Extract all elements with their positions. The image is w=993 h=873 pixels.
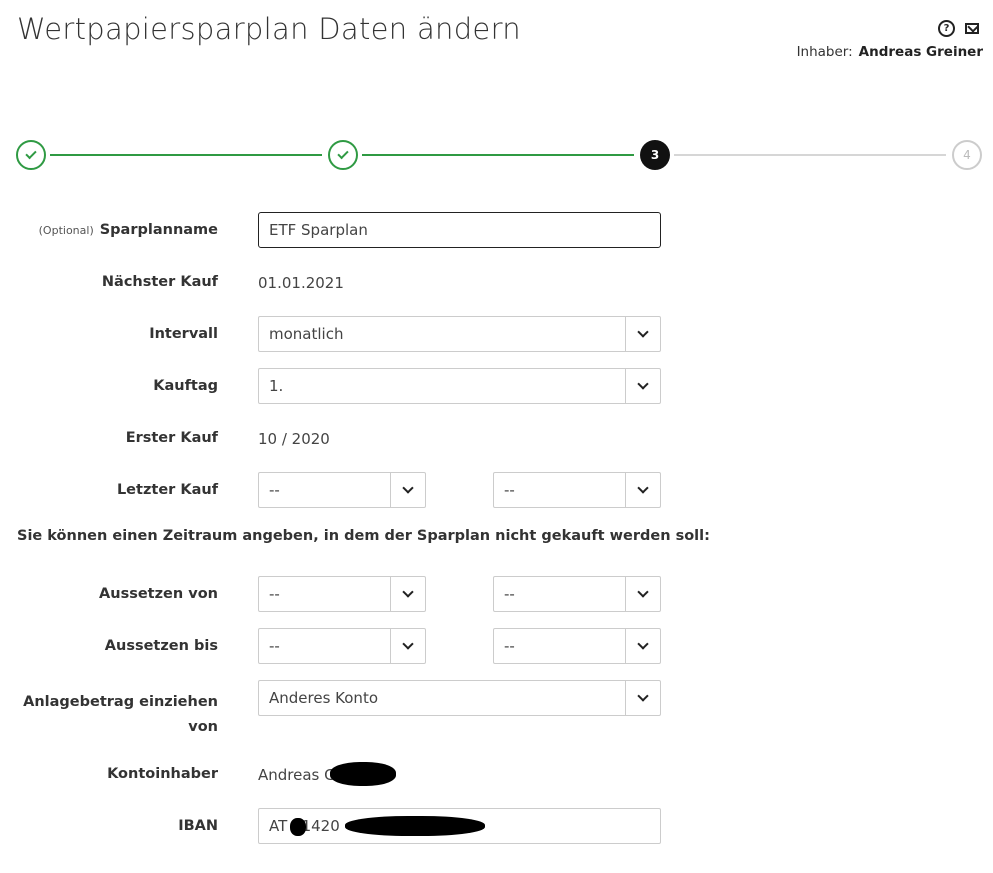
anlagebetrag-value: Anderes Konto [269, 689, 378, 707]
iban-label: IBAN [178, 818, 218, 834]
owner-info: Inhaber: Andreas Greiner [797, 44, 983, 60]
anlagebetrag-label-line2: von [188, 719, 218, 735]
mail-icon[interactable] [965, 23, 979, 34]
chevron-down-icon[interactable] [390, 577, 425, 611]
kontoinhaber-label: Kontoinhaber [107, 766, 218, 782]
erster-kauf-label: Erster Kauf [125, 430, 218, 446]
sparplanname-input[interactable]: ETF Sparplan [258, 212, 661, 248]
intervall-select[interactable]: monatlich [258, 316, 661, 352]
aussetzen-bis-year-value: -- [504, 637, 515, 655]
aussetzen-von-month-value: -- [269, 585, 280, 603]
chevron-down-icon[interactable] [625, 317, 660, 351]
aussetzen-bis-year-select[interactable]: -- [493, 628, 661, 664]
anlagebetrag-label-line1: Anlagebetrag einziehen [23, 694, 218, 710]
chevron-down-icon[interactable] [625, 369, 660, 403]
redaction-mark [290, 818, 306, 836]
sparplanname-label-text: Sparplanname [99, 222, 218, 238]
kauftag-value: 1. [269, 377, 284, 395]
letzter-kauf-year-select[interactable]: -- [493, 472, 661, 508]
intervall-value: monatlich [269, 325, 344, 343]
chevron-down-icon[interactable] [625, 629, 660, 663]
naechster-kauf-label: Nächster Kauf [101, 274, 218, 290]
naechster-kauf-value: 01.01.2021 [258, 274, 344, 292]
step-1-done [16, 140, 46, 170]
redaction-mark [345, 816, 485, 836]
kauftag-select[interactable]: 1. [258, 368, 661, 404]
letzter-kauf-month-select[interactable]: -- [258, 472, 426, 508]
chevron-down-icon[interactable] [390, 629, 425, 663]
aussetzen-von-label: Aussetzen von [99, 586, 218, 602]
kauftag-label: Kauftag [153, 378, 218, 394]
sparplanname-label: (Optional) Sparplanname [39, 222, 218, 238]
redaction-mark [330, 762, 396, 786]
anlagebetrag-label: Anlagebetrag einziehen von [23, 690, 218, 740]
letzter-kauf-month-value: -- [269, 481, 280, 499]
step-connector-2 [362, 154, 634, 156]
chevron-down-icon[interactable] [625, 473, 660, 507]
aussetzen-von-year-value: -- [504, 585, 515, 603]
chevron-down-icon[interactable] [390, 473, 425, 507]
aussetzen-bis-month-value: -- [269, 637, 280, 655]
erster-kauf-value: 10 / 2020 [258, 430, 330, 448]
header-icons: ? [938, 20, 979, 37]
chevron-down-icon[interactable] [625, 577, 660, 611]
owner-label: Inhaber: [796, 44, 853, 60]
letzter-kauf-label: Letzter Kauf [116, 482, 218, 498]
aussetzen-von-month-select[interactable]: -- [258, 576, 426, 612]
page-title: Wertpapiersparplan Daten ändern [17, 12, 521, 46]
step-connector-1 [50, 154, 322, 156]
aussetzen-bis-month-select[interactable]: -- [258, 628, 426, 664]
step-3-active: 3 [640, 140, 670, 170]
help-icon[interactable]: ? [938, 20, 955, 37]
intervall-label: Intervall [149, 326, 218, 342]
optional-hint: (Optional) [38, 224, 94, 237]
anlagebetrag-select[interactable]: Anderes Konto [258, 680, 661, 716]
pause-note: Sie können einen Zeitraum angeben, in de… [17, 528, 710, 544]
step-connector-3 [674, 154, 946, 156]
owner-name: Andreas Greiner [858, 44, 983, 60]
aussetzen-von-year-select[interactable]: -- [493, 576, 661, 612]
step-4-todo: 4 [952, 140, 982, 170]
aussetzen-bis-label: Aussetzen bis [104, 638, 218, 654]
kontoinhaber-value: Andreas G [258, 766, 336, 784]
letzter-kauf-year-value: -- [504, 481, 515, 499]
chevron-down-icon[interactable] [625, 681, 660, 715]
step-2-done [328, 140, 358, 170]
